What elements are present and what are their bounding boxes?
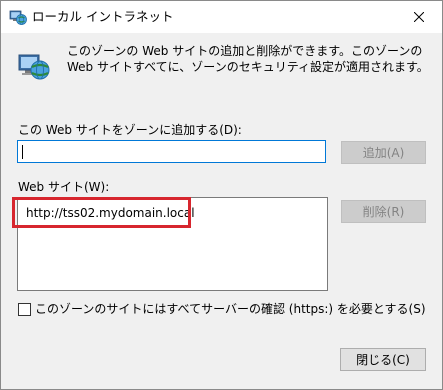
https-checkbox[interactable] [18, 302, 31, 316]
list-item[interactable]: http://tss02.mydomain.local [26, 205, 195, 221]
window-title: ローカル イントラネット [32, 9, 174, 24]
close-icon [414, 12, 424, 22]
sites-list-label: Web サイト(W): [18, 180, 110, 194]
add-site-input[interactable] [17, 140, 326, 163]
add-site-label: この Web サイトをゾーンに追加する(D): [18, 123, 242, 137]
https-requirement-option[interactable]: このゾーンのサイトにはすべてサーバーの確認 (https:) を必要とする(S) [18, 301, 426, 317]
remove-button[interactable]: 削除(R) [341, 200, 426, 223]
https-checkbox-label: このゾーンのサイトにはすべてサーバーの確認 (https:) を必要とする(S) [35, 302, 426, 316]
add-button[interactable]: 追加(A) [341, 141, 426, 164]
globe-computer-icon [17, 49, 51, 83]
text-caret [22, 145, 23, 159]
close-dialog-button[interactable]: 閉じる(C) [340, 348, 426, 371]
title-bar: ローカル イントラネット [1, 1, 442, 33]
close-button[interactable] [396, 1, 442, 33]
local-intranet-dialog: ローカル イントラネット このゾーンの Web サイトの追加と削除ができます。こ… [0, 0, 443, 390]
zone-description: このゾーンの Web サイトの追加と削除ができます。このゾーンの Web サイト… [67, 44, 429, 74]
globe-computer-icon [9, 8, 27, 26]
sites-list[interactable]: http://tss02.mydomain.local [17, 197, 328, 291]
